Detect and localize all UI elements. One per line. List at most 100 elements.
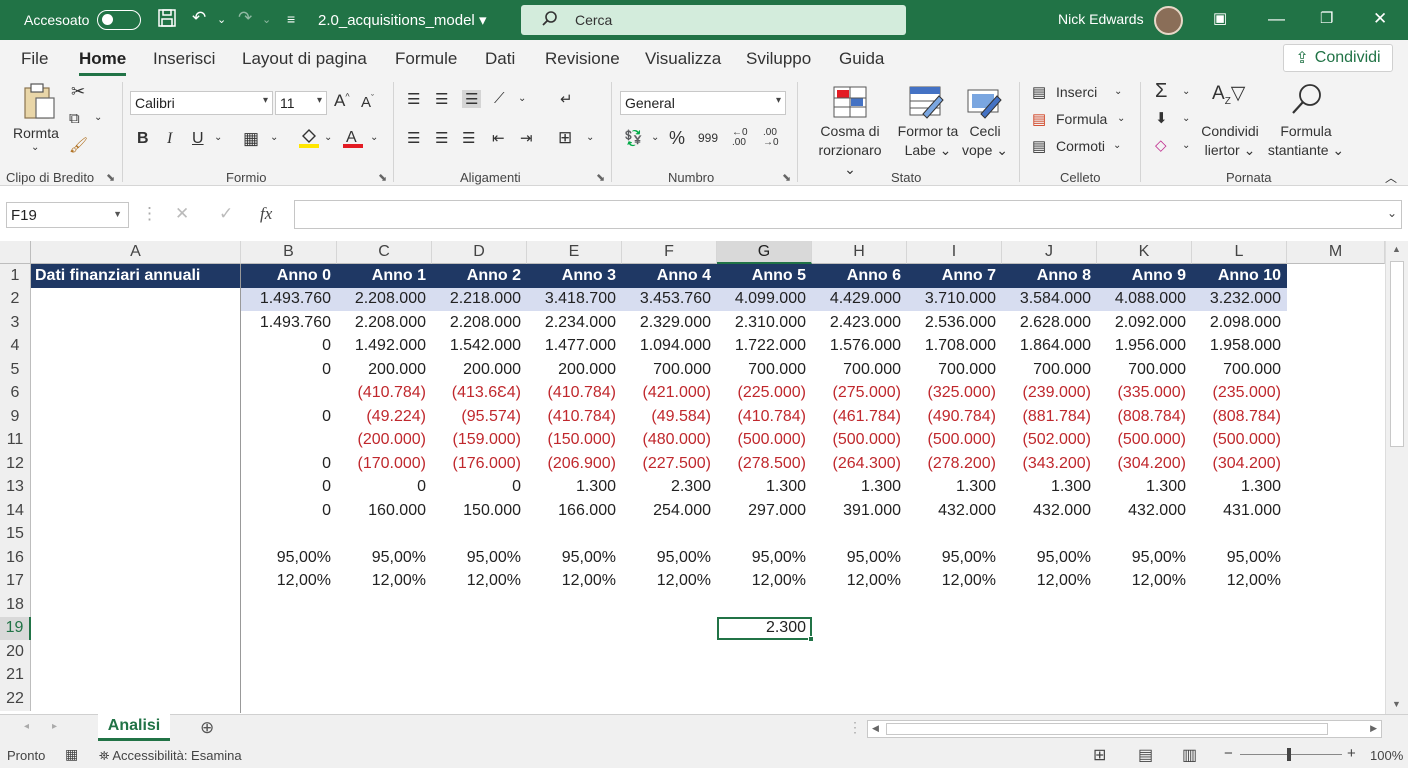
data-cell[interactable]: 0 bbox=[337, 476, 432, 500]
increase-font-icon[interactable]: A^ bbox=[334, 91, 350, 111]
row-header-13[interactable]: 13 bbox=[0, 475, 31, 499]
paste-icon[interactable] bbox=[22, 82, 56, 124]
data-cell[interactable]: 95,00% bbox=[622, 546, 717, 570]
tab-formulas[interactable]: Formule bbox=[395, 49, 457, 69]
format-cells-label[interactable]: Formula bbox=[1056, 111, 1107, 127]
data-cell[interactable]: (176.000) bbox=[432, 452, 527, 476]
data-cell[interactable]: 4.099.000 bbox=[717, 288, 812, 312]
column-header-d[interactable]: D bbox=[432, 241, 527, 264]
orientation-icon[interactable]: ⟋ bbox=[494, 90, 505, 107]
decrease-font-icon[interactable]: Aˇ bbox=[361, 93, 374, 111]
data-cell[interactable]: (881.784) bbox=[1002, 405, 1097, 429]
data-cell[interactable]: (278.500) bbox=[717, 452, 812, 476]
tab-home[interactable]: Home bbox=[79, 49, 127, 76]
data-cell[interactable]: 95,00% bbox=[1192, 546, 1287, 570]
spreadsheet-grid[interactable]: A B C D E F G H I J K L M 1 2 3 4 5 6 9 11 12 13 14 15 16 17 18 19 20… bbox=[0, 241, 1385, 713]
row-header-2[interactable]: 2 bbox=[0, 287, 31, 311]
find-select-label[interactable]: Formula stantiante ⌄ bbox=[1264, 122, 1348, 160]
align-left-icon[interactable]: ☰ bbox=[407, 129, 420, 147]
row-header-22[interactable]: 22 bbox=[0, 687, 31, 711]
data-cell[interactable]: 3.453.760 bbox=[622, 288, 717, 312]
data-cell[interactable]: 3.418.700 bbox=[527, 288, 622, 312]
data-cell[interactable]: 200.000 bbox=[527, 358, 622, 382]
insert-function-icon[interactable]: fx bbox=[260, 204, 272, 224]
format-as-table-label[interactable]: Formor ta Labe ⌄ bbox=[893, 122, 963, 160]
align-top-icon[interactable]: ☰ bbox=[407, 90, 420, 108]
align-right-icon[interactable]: ☰ bbox=[462, 129, 475, 147]
tab-view[interactable]: Visualizza bbox=[645, 49, 721, 69]
data-cell[interactable]: 12,00% bbox=[622, 570, 717, 594]
accounting-dropdown-icon[interactable]: ⌄ bbox=[651, 132, 659, 143]
row-header-9[interactable]: 9 bbox=[0, 405, 31, 429]
scroll-up-icon[interactable]: ▲ bbox=[1392, 244, 1401, 254]
data-cell[interactable]: 95,00% bbox=[812, 546, 907, 570]
font-launcher-icon[interactable]: ⬊ bbox=[378, 171, 387, 184]
wrap-text-icon[interactable]: ↵ bbox=[560, 90, 573, 108]
data-cell[interactable]: 12,00% bbox=[717, 570, 812, 594]
user-name[interactable]: Nick Edwards bbox=[1058, 11, 1144, 27]
data-cell[interactable]: 12,00% bbox=[812, 570, 907, 594]
font-color-dropdown-icon[interactable]: ⌄ bbox=[370, 132, 378, 143]
format-dropdown-icon[interactable]: ⌄ bbox=[1117, 113, 1125, 124]
delete-cells-icon[interactable]: ▤ bbox=[1032, 110, 1046, 128]
data-cell[interactable]: 2.234.000 bbox=[527, 311, 622, 335]
row-header-4[interactable]: 4 bbox=[0, 334, 31, 358]
sort-filter-label[interactable]: Condividi liertor ⌄ bbox=[1193, 122, 1267, 160]
tab-page-layout[interactable]: Layout di pagina bbox=[242, 49, 367, 69]
zoom-level[interactable]: 100% bbox=[1370, 748, 1403, 763]
data-cell[interactable]: (410.784) bbox=[717, 405, 812, 429]
data-cell[interactable]: 1.094.000 bbox=[622, 335, 717, 359]
autosum-dropdown-icon[interactable]: ⌄ bbox=[1182, 86, 1190, 97]
column-header-i[interactable]: I bbox=[907, 241, 1002, 264]
align-middle-icon[interactable]: ☰ bbox=[435, 90, 448, 108]
data-cell[interactable]: 1.864.000 bbox=[1002, 335, 1097, 359]
data-cell[interactable]: 2.208.000 bbox=[337, 311, 432, 335]
column-header-g[interactable]: G bbox=[717, 241, 812, 264]
data-cell[interactable]: 95,00% bbox=[1097, 546, 1192, 570]
decrease-decimal-icon[interactable]: .00 →0 bbox=[763, 128, 779, 148]
data-cell[interactable]: 12,00% bbox=[241, 570, 337, 594]
tab-help[interactable]: Guida bbox=[839, 49, 884, 69]
add-sheet-icon[interactable]: ⊕ bbox=[200, 718, 214, 738]
data-cell[interactable]: (325.000) bbox=[907, 382, 1002, 406]
data-cell[interactable]: 12,00% bbox=[527, 570, 622, 594]
alignment-launcher-icon[interactable]: ⬊ bbox=[596, 171, 605, 184]
data-cell[interactable]: (500.000) bbox=[717, 429, 812, 453]
table-title-cell[interactable]: Dati finanziari annuali bbox=[31, 264, 241, 288]
data-cell[interactable]: 297.000 bbox=[717, 499, 812, 523]
ribbon-display-icon[interactable]: ▣ bbox=[1213, 9, 1227, 27]
delete-cells-label[interactable]: Cormoti bbox=[1056, 138, 1105, 154]
data-cell[interactable]: 0 bbox=[241, 499, 337, 523]
data-cell[interactable]: 95,00% bbox=[717, 546, 812, 570]
insert-dropdown-icon[interactable]: ⌄ bbox=[1114, 86, 1122, 97]
active-cell-value[interactable]: 2.300 bbox=[717, 617, 812, 641]
horizontal-scrollbar[interactable]: ◀ ▶ bbox=[867, 720, 1382, 738]
row-header-16[interactable]: 16 bbox=[0, 546, 31, 570]
horizontal-scroll-thumb[interactable] bbox=[886, 723, 1328, 735]
insert-cells-label[interactable]: Inserci bbox=[1056, 84, 1097, 100]
data-cell[interactable]: 12,00% bbox=[1002, 570, 1097, 594]
data-cell[interactable]: 700.000 bbox=[812, 358, 907, 382]
data-cell[interactable]: 432.000 bbox=[907, 499, 1002, 523]
format-cells-icon[interactable]: ▤ bbox=[1032, 137, 1046, 155]
increase-decimal-icon[interactable]: ←0.00 bbox=[732, 128, 748, 148]
year-header-cell[interactable]: Anno 5 bbox=[717, 264, 812, 288]
column-header-m[interactable]: M bbox=[1287, 241, 1385, 264]
column-header-k[interactable]: K bbox=[1097, 241, 1192, 264]
data-cell[interactable]: (95.574) bbox=[432, 405, 527, 429]
format-painter-icon[interactable]: 🖌 bbox=[69, 136, 88, 154]
data-cell[interactable]: 2.310.000 bbox=[717, 311, 812, 335]
page-break-view-icon[interactable]: ▥ bbox=[1182, 745, 1197, 765]
data-cell[interactable]: (206.900) bbox=[527, 452, 622, 476]
accessibility-status[interactable]: ⛯ Accessibilità: Esamina bbox=[99, 748, 242, 764]
avatar[interactable] bbox=[1154, 6, 1183, 35]
data-cell[interactable]: (502.000) bbox=[1002, 429, 1097, 453]
data-cell[interactable]: 95,00% bbox=[337, 546, 432, 570]
data-cell[interactable]: 12,00% bbox=[432, 570, 527, 594]
year-header-cell[interactable]: Anno 10 bbox=[1192, 264, 1287, 288]
data-cell[interactable]: 12,00% bbox=[1192, 570, 1287, 594]
merge-center-icon[interactable]: ⊞ bbox=[558, 128, 572, 148]
number-format-box[interactable]: General ▾ bbox=[620, 91, 786, 115]
row-header-3[interactable]: 3 bbox=[0, 311, 31, 335]
year-header-cell[interactable]: Anno 2 bbox=[432, 264, 527, 288]
